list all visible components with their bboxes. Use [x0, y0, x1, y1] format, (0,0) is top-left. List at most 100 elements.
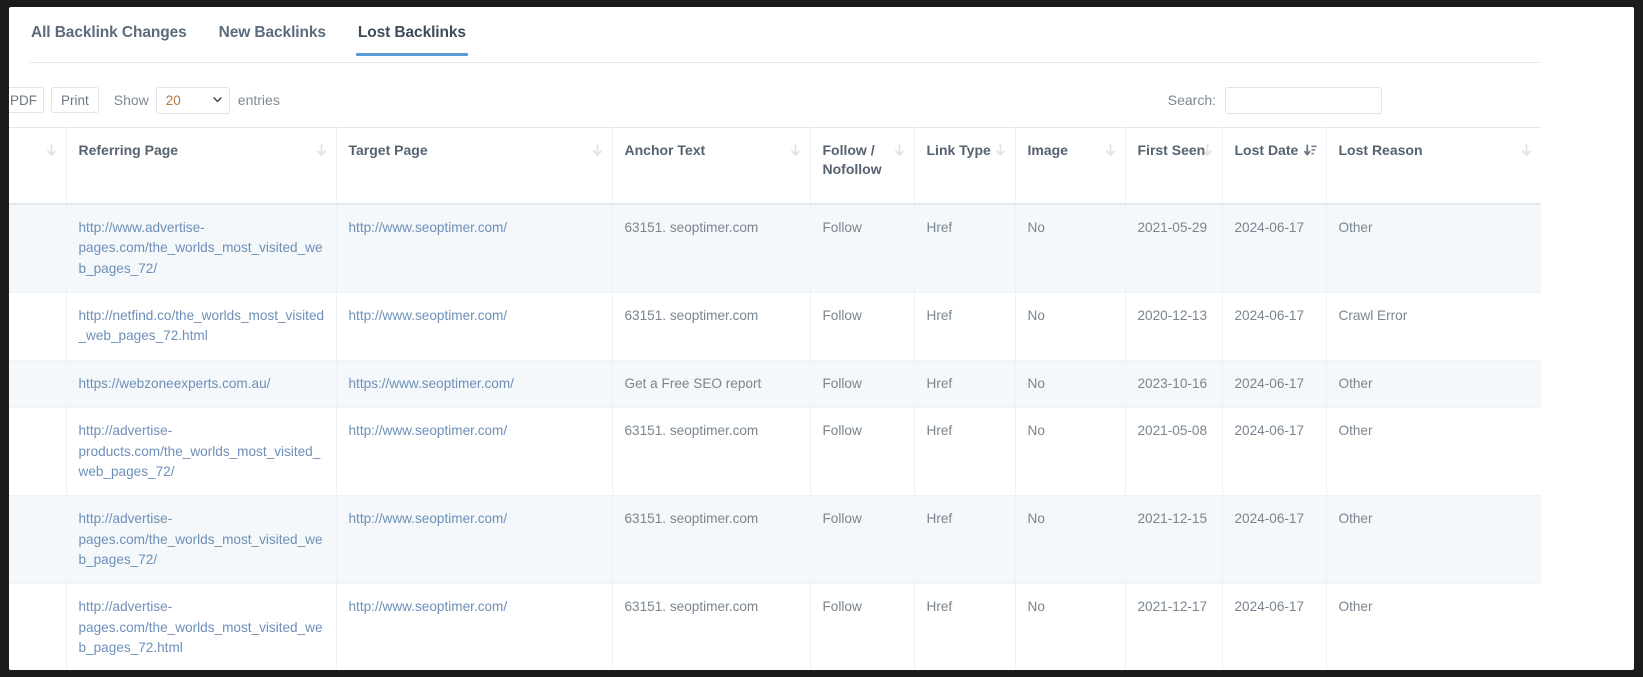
cell-first-seen: 2020-12-13 [1125, 292, 1222, 360]
cell-anchor-text-length [9, 204, 66, 293]
cell-image: No [1015, 584, 1125, 670]
tab-lost-backlinks[interactable]: Lost Backlinks [356, 18, 468, 55]
cell-anchor-text-length [9, 408, 66, 496]
cell-referring-page[interactable]: http://www.advertise-pages.com/the_world… [66, 204, 336, 293]
table-row[interactable]: http://advertise-pages.com/the_worlds_mo… [9, 584, 1541, 670]
cell-link-type: Href [914, 292, 1015, 360]
cell-target-page-link[interactable]: http://www.seoptimer.com/ [349, 423, 508, 438]
cell-anchor-text: 63151. seoptimer.com [612, 496, 810, 584]
cell-link-type: Href [914, 360, 1015, 407]
cell-referring-page-link[interactable]: http://www.advertise-pages.com/the_world… [79, 220, 323, 276]
print-button[interactable]: Print [51, 87, 99, 113]
search-input[interactable] [1225, 87, 1382, 114]
cell-referring-page-link[interactable]: https://webzoneexperts.com.au/ [79, 376, 271, 391]
column-label-lost-reason: Lost Reason [1339, 142, 1423, 158]
column-header-follow-nofollow[interactable]: Follow / Nofollow [810, 128, 914, 204]
cell-lost-reason: Other [1326, 408, 1541, 496]
backlinks-table-container[interactable]: gth Referring Page Target [9, 127, 1634, 670]
cell-link-type: Href [914, 496, 1015, 584]
table-header-row: gth Referring Page Target [9, 128, 1541, 204]
table-row[interactable]: http://www.advertise-pages.com/the_world… [9, 204, 1541, 293]
tab-new-backlinks[interactable]: New Backlinks [217, 18, 328, 55]
table-row[interactable]: http://advertise-pages.com/the_worlds_mo… [9, 496, 1541, 584]
cell-follow-nofollow: Follow [810, 496, 914, 584]
column-header-anchor-text-length[interactable]: gth [9, 128, 66, 204]
export-pdf-button[interactable]: PDF [9, 87, 44, 113]
toolbar-left-group: PDF Print Show 102050100 entries [23, 80, 280, 120]
toolbar-right-group: Search: [1168, 80, 1382, 120]
cell-referring-page[interactable]: https://webzoneexperts.com.au/ [66, 360, 336, 407]
sort-descending-icon [1304, 144, 1317, 157]
cell-link-type: Href [914, 408, 1015, 496]
cell-follow-nofollow: Follow [810, 584, 914, 670]
cell-target-page[interactable]: http://www.seoptimer.com/ [336, 496, 612, 584]
table-row[interactable]: http://netfind.co/the_worlds_most_visite… [9, 292, 1541, 360]
table-row[interactable]: http://advertise-products.com/the_worlds… [9, 408, 1541, 496]
table-row[interactable]: https://webzoneexperts.com.au/https://ww… [9, 360, 1541, 407]
column-header-referring-page[interactable]: Referring Page [66, 128, 336, 204]
cell-target-page[interactable]: http://www.seoptimer.com/ [336, 204, 612, 293]
cell-target-page-link[interactable]: http://www.seoptimer.com/ [349, 599, 508, 614]
cell-anchor-text: 63151. seoptimer.com [612, 408, 810, 496]
cell-referring-page[interactable]: http://netfind.co/the_worlds_most_visite… [66, 292, 336, 360]
column-header-lost-date[interactable]: Lost Date [1222, 128, 1326, 204]
cell-target-page-link[interactable]: http://www.seoptimer.com/ [349, 220, 508, 235]
cell-referring-page[interactable]: http://advertise-pages.com/the_worlds_mo… [66, 584, 336, 670]
backlink-tabs: All Backlink Changes New Backlinks Lost … [29, 18, 1540, 63]
cell-referring-page-link[interactable]: http://advertise-products.com/the_worlds… [79, 423, 321, 479]
cell-referring-page-link[interactable]: http://advertise-pages.com/the_worlds_mo… [79, 511, 323, 567]
cell-image: No [1015, 292, 1125, 360]
entries-select[interactable]: 102050100 [156, 87, 230, 114]
sort-icon [790, 144, 801, 157]
cell-target-page[interactable]: http://www.seoptimer.com/ [336, 584, 612, 670]
column-label-lost-date: Lost Date [1235, 142, 1299, 158]
cell-lost-date: 2024-06-17 [1222, 496, 1326, 584]
table-toolbar: PDF Print Show 102050100 entries Search: [9, 80, 1539, 120]
cell-first-seen: 2021-05-29 [1125, 204, 1222, 293]
lost-backlinks-table: gth Referring Page Target [9, 127, 1541, 670]
cell-lost-reason: Crawl Error [1326, 292, 1541, 360]
tab-all-backlink-changes[interactable]: All Backlink Changes [29, 18, 189, 55]
cell-anchor-text-length [9, 584, 66, 670]
cell-referring-page-link[interactable]: http://advertise-pages.com/the_worlds_mo… [79, 599, 323, 655]
cell-lost-reason: Other [1326, 584, 1541, 670]
sort-icon [1202, 144, 1213, 157]
cell-target-page[interactable]: http://www.seoptimer.com/ [336, 408, 612, 496]
cell-follow-nofollow: Follow [810, 360, 914, 407]
table-header: gth Referring Page Target [9, 128, 1541, 204]
cell-image: No [1015, 496, 1125, 584]
cell-referring-page-link[interactable]: http://netfind.co/the_worlds_most_visite… [79, 308, 325, 343]
cell-lost-date: 2024-06-17 [1222, 584, 1326, 670]
cell-referring-page[interactable]: http://advertise-products.com/the_worlds… [66, 408, 336, 496]
cell-referring-page[interactable]: http://advertise-pages.com/the_worlds_mo… [66, 496, 336, 584]
column-header-first-seen[interactable]: First Seen [1125, 128, 1222, 204]
cell-lost-reason: Other [1326, 204, 1541, 293]
column-header-link-type[interactable]: Link Type [914, 128, 1015, 204]
search-label: Search: [1168, 92, 1216, 108]
sort-icon [316, 144, 327, 157]
cell-follow-nofollow: Follow [810, 204, 914, 293]
column-header-anchor-text[interactable]: Anchor Text [612, 128, 810, 204]
column-label-referring-page: Referring Page [79, 142, 179, 158]
sort-icon [894, 144, 905, 157]
cell-target-page-link[interactable]: http://www.seoptimer.com/ [349, 308, 508, 323]
column-header-image[interactable]: Image [1015, 128, 1125, 204]
sort-icon [1521, 144, 1532, 157]
cell-target-page-link[interactable]: https://www.seoptimer.com/ [349, 376, 514, 391]
cell-follow-nofollow: Follow [810, 408, 914, 496]
sort-icon [1105, 144, 1116, 157]
column-header-lost-reason[interactable]: Lost Reason [1326, 128, 1541, 204]
cell-image: No [1015, 360, 1125, 407]
column-label-anchor-text: Anchor Text [625, 142, 706, 158]
cell-target-page[interactable]: http://www.seoptimer.com/ [336, 292, 612, 360]
cell-lost-date: 2024-06-17 [1222, 204, 1326, 293]
column-header-target-page[interactable]: Target Page [336, 128, 612, 204]
cell-anchor-text-length [9, 360, 66, 407]
cell-anchor-text: 63151. seoptimer.com [612, 292, 810, 360]
cell-target-page[interactable]: https://www.seoptimer.com/ [336, 360, 612, 407]
column-label-follow-nofollow: Follow / Nofollow [823, 142, 882, 177]
show-entries-label: Show [114, 92, 149, 108]
cell-target-page-link[interactable]: http://www.seoptimer.com/ [349, 511, 508, 526]
cell-lost-reason: Other [1326, 496, 1541, 584]
sort-icon [592, 144, 603, 157]
